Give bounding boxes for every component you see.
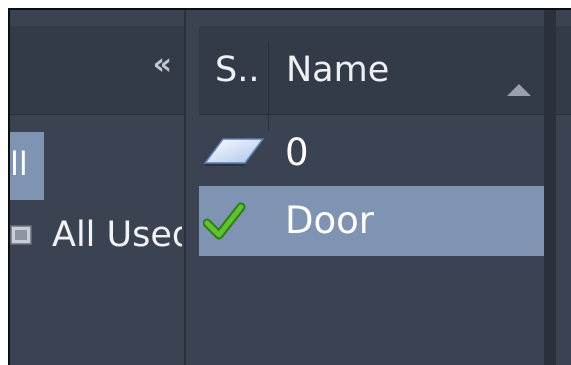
filter-item-all-label: ll	[10, 145, 28, 183]
green-checkmark-icon	[203, 202, 246, 240]
layer-list-header: S.. Name	[199, 26, 571, 130]
sort-ascending-icon	[507, 84, 531, 96]
layer-row[interactable]: 0	[199, 118, 544, 188]
layer-parallelogram-icon	[203, 138, 265, 166]
column-divider[interactable]	[268, 42, 269, 130]
layer-filter-icon	[10, 225, 32, 245]
layer-name: Door	[285, 199, 374, 242]
filter-item-all-used-layers[interactable]: All Used Layers	[52, 212, 182, 258]
layer-list-panel: S.. Name 0 Door	[199, 10, 571, 365]
vertical-scrollbar[interactable]	[544, 10, 556, 365]
column-header-name[interactable]: Name	[286, 48, 389, 92]
layer-properties-window: « ll All Used Layers S.. Name	[8, 8, 571, 365]
filter-panel-header: «	[10, 26, 184, 115]
layer-row-selected[interactable]: Door	[199, 186, 544, 256]
filter-tree-panel: « ll All Used Layers	[10, 10, 184, 365]
panel-splitter[interactable]	[184, 10, 186, 365]
layer-name: 0	[285, 131, 309, 174]
column-header-status[interactable]: S..	[215, 48, 259, 92]
collapse-panel-button[interactable]: «	[153, 50, 173, 80]
